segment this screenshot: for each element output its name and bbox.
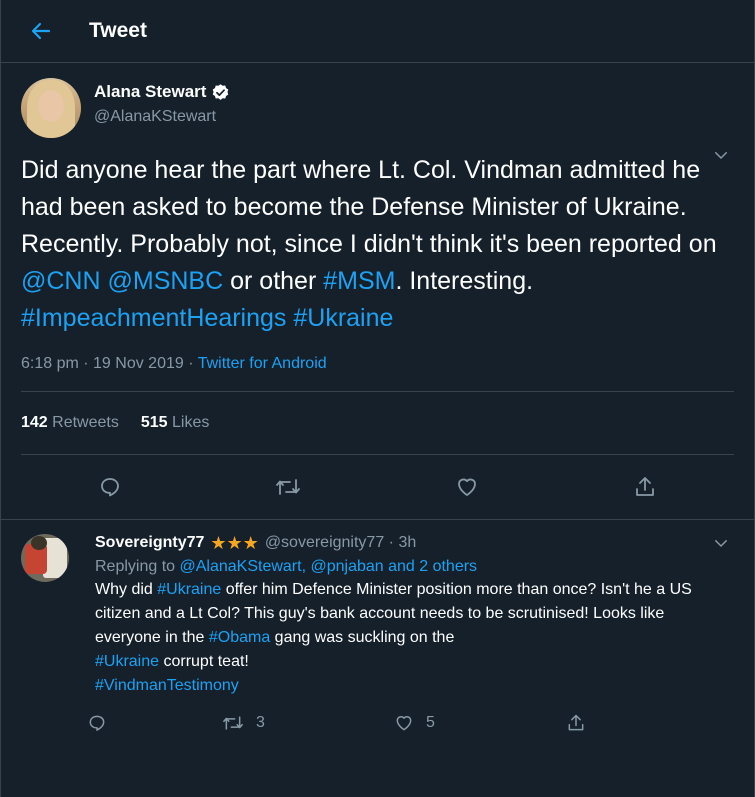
- share-icon: [568, 714, 584, 731]
- avatar[interactable]: [21, 534, 69, 582]
- arrow-left-icon: [31, 22, 51, 40]
- tweet-page: Tweet Alana Stewart @AlanaKStewart Did a…: [0, 0, 755, 797]
- reply-button[interactable]: [90, 467, 130, 507]
- page-title: Tweet: [89, 19, 147, 42]
- reply-text-part: gang was suckling on the: [270, 629, 455, 646]
- reply-share-button[interactable]: [566, 713, 586, 733]
- retweets-stat[interactable]: 142 Retweets: [21, 414, 119, 431]
- tweet-stats: 142 Retweets 515 Likes: [21, 392, 754, 454]
- hashtag-link-ukraine[interactable]: #Ukraine: [95, 653, 159, 670]
- reply-author-handle[interactable]: @sovereignity77 · 3h: [265, 534, 416, 552]
- source-link[interactable]: Twitter for Android: [198, 355, 327, 372]
- reply-menu-caret[interactable]: [712, 534, 730, 557]
- stars-emoji: ★★★: [210, 533, 259, 553]
- reply-reply-button[interactable]: [87, 713, 222, 733]
- page-header: Tweet: [1, 0, 754, 63]
- reply-author-name[interactable]: Sovereignty77: [95, 534, 204, 552]
- tweet-text-part: or other: [223, 267, 324, 295]
- tweet-text-part: . Interesting.: [395, 267, 534, 295]
- reply-text: Why did #Ukraine offer him Defence Minis…: [95, 578, 734, 698]
- tweet-author-row: Alana Stewart @AlanaKStewart: [21, 63, 754, 140]
- chevron-down-icon: [715, 152, 727, 160]
- retweet-icon: [276, 479, 301, 495]
- share-icon: [635, 477, 654, 496]
- retweet-button[interactable]: [268, 467, 308, 507]
- tweet-text: Did anyone hear the part where Lt. Col. …: [21, 152, 754, 337]
- share-button[interactable]: [625, 467, 665, 507]
- hashtag-link-vindmantestimony[interactable]: #VindmanTestimony: [95, 677, 239, 694]
- mention-link-msnbc[interactable]: @MSNBC: [108, 267, 224, 295]
- hashtag-link-ukraine[interactable]: #Ukraine: [293, 304, 393, 332]
- reply-text-part: corrupt teat!: [159, 653, 249, 670]
- replying-to-link[interactable]: @AlanaKStewart, @pnjaban and 2 others: [180, 558, 478, 575]
- reply-tweet[interactable]: Sovereignty77 ★★★ @sovereignity77 · 3h R…: [1, 519, 754, 748]
- tweet-meta: 6:18 pm · 19 Nov 2019 · Twitter for Andr…: [21, 355, 754, 391]
- reply-icon: [89, 715, 105, 731]
- main-tweet: Alana Stewart @AlanaKStewart Did anyone …: [1, 63, 754, 519]
- retweets-count: 142: [21, 414, 48, 431]
- author-handle[interactable]: @AlanaKStewart: [94, 108, 230, 126]
- retweet-icon: [223, 716, 243, 730]
- likes-stat[interactable]: 515 Likes: [141, 414, 210, 431]
- like-button[interactable]: [447, 467, 487, 507]
- mention-link-cnn[interactable]: @CNN: [21, 267, 101, 295]
- heart-icon: [457, 478, 476, 496]
- reply-text-part: Why did: [95, 581, 158, 598]
- reply-icon: [101, 478, 120, 497]
- hashtag-link-obama[interactable]: #Obama: [209, 629, 270, 646]
- tweet-menu-caret[interactable]: [712, 146, 730, 169]
- replying-prefix: Replying to: [95, 558, 180, 575]
- author-name-row[interactable]: Alana Stewart: [94, 82, 230, 102]
- reply-actions: 3 5: [87, 698, 734, 748]
- tweet-text-part: Did anyone hear the part where Lt. Col. …: [21, 156, 717, 258]
- avatar[interactable]: [21, 78, 81, 138]
- verified-badge-icon: [213, 83, 229, 100]
- back-button[interactable]: [23, 13, 59, 49]
- hashtag-link-ukraine[interactable]: #Ukraine: [157, 581, 221, 598]
- timestamp[interactable]: 6:18 pm · 19 Nov 2019 ·: [21, 355, 198, 372]
- hashtag-link-impeachmenthearings[interactable]: #ImpeachmentHearings: [21, 304, 286, 332]
- hashtag-link-msm[interactable]: #MSM: [323, 267, 395, 295]
- author-info: Alana Stewart @AlanaKStewart: [94, 78, 230, 140]
- retweets-label: Retweets: [52, 414, 119, 431]
- reply-like-count: 5: [426, 714, 435, 731]
- reply-retweet-count: 3: [256, 714, 265, 731]
- reply-like-button[interactable]: 5: [394, 713, 566, 733]
- reply-header: Sovereignty77 ★★★ @sovereignity77 · 3h: [95, 534, 734, 552]
- reply-retweet-button[interactable]: 3: [222, 713, 394, 733]
- author-name[interactable]: Alana Stewart: [94, 82, 206, 102]
- heart-icon: [396, 716, 412, 731]
- reply-body: Sovereignty77 ★★★ @sovereignity77 · 3h R…: [89, 534, 734, 748]
- likes-label: Likes: [172, 414, 210, 431]
- likes-count: 515: [140, 414, 168, 431]
- replying-to: Replying to @AlanaKStewart, @pnjaban and…: [95, 558, 734, 576]
- chevron-down-icon: [715, 540, 727, 548]
- tweet-actions: [21, 455, 754, 519]
